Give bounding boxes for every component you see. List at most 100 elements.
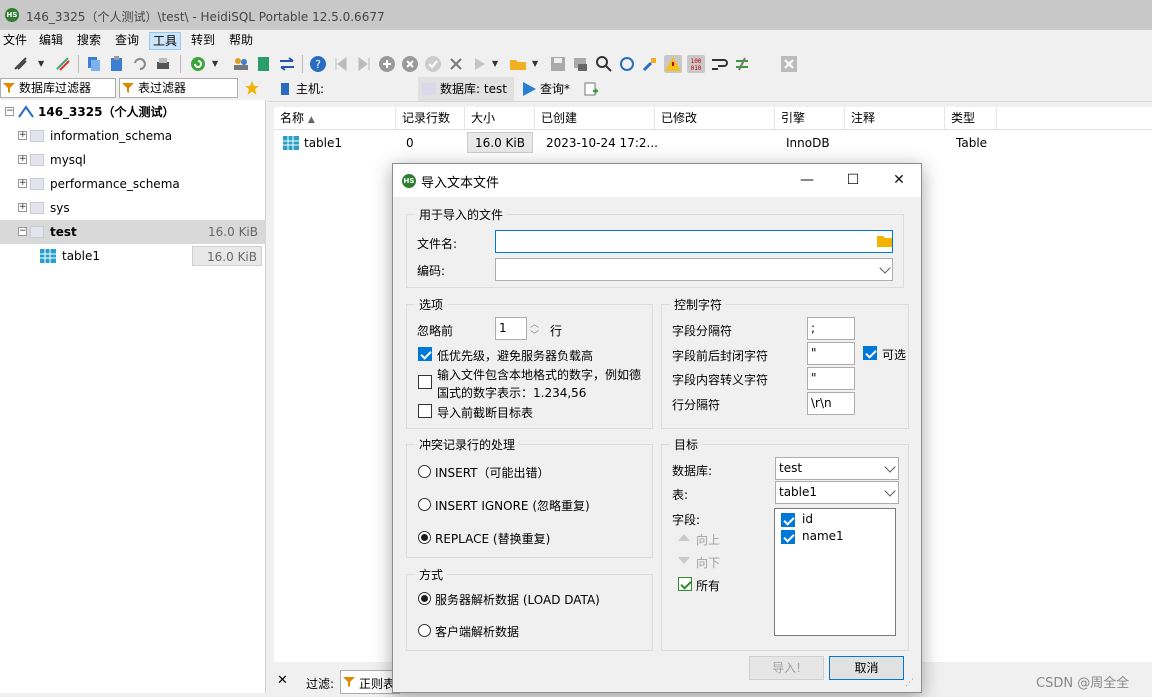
resize-grip-icon[interactable]: ⋰: [905, 678, 914, 688]
col-rows[interactable]: 记录行数: [396, 107, 465, 130]
menu-tools[interactable]: 工具: [149, 32, 182, 50]
target-database-select[interactable]: test: [775, 457, 899, 480]
collapse-icon[interactable]: −: [5, 107, 14, 116]
ignore-lines-input[interactable]: 1: [495, 317, 527, 340]
menu-search[interactable]: 搜索: [74, 32, 104, 50]
expand-icon[interactable]: +: [18, 131, 27, 140]
database-filter[interactable]: 数据库过滤器: [0, 78, 116, 98]
chevron-down-icon[interactable]: ▼: [532, 59, 538, 68]
post-icon[interactable]: [424, 55, 442, 73]
filename-input[interactable]: [495, 230, 893, 253]
warning-icon[interactable]: [664, 55, 682, 73]
chevron-down-icon[interactable]: ▼: [38, 59, 44, 68]
find-icon[interactable]: [595, 55, 613, 73]
close-tab-icon[interactable]: [780, 55, 798, 73]
server-parse-radio[interactable]: [418, 592, 431, 605]
snippet-icon[interactable]: [572, 55, 590, 73]
table-row[interactable]: table1 0 16.0 KiB 2023-10-24 17:2... Inn…: [274, 131, 1152, 155]
binary-icon[interactable]: 100010: [687, 55, 705, 73]
cancel-edit-icon[interactable]: [447, 55, 465, 73]
maximize-button[interactable]: ☐: [841, 168, 865, 192]
delete-row-icon[interactable]: [401, 55, 419, 73]
menu-file[interactable]: 文件: [0, 32, 30, 50]
menu-query[interactable]: 查询: [112, 32, 142, 50]
select-all-checkbox[interactable]: [678, 577, 692, 591]
menu-edit[interactable]: 编辑: [36, 32, 66, 50]
insert-ignore-radio[interactable]: [418, 498, 431, 511]
first-icon[interactable]: [332, 55, 350, 73]
move-up-button[interactable]: 向上: [696, 531, 720, 548]
disconnect-icon[interactable]: [54, 55, 72, 73]
target-table-select[interactable]: table1: [775, 481, 899, 504]
move-down-button[interactable]: 向下: [696, 554, 720, 571]
wrap-icon[interactable]: [710, 55, 728, 73]
col-modified[interactable]: 已修改: [655, 107, 775, 130]
fields-list[interactable]: id name1: [774, 508, 896, 636]
tab-host[interactable]: 主机: 192.168.0.146: [274, 77, 414, 120]
help-icon[interactable]: ?: [309, 55, 327, 73]
save-icon[interactable]: [549, 55, 567, 73]
line-separator-input[interactable]: \r\n: [807, 392, 855, 415]
add-row-icon[interactable]: [378, 55, 396, 73]
chevron-down-icon[interactable]: ▼: [492, 59, 498, 68]
col-created[interactable]: 已创建: [535, 107, 655, 130]
last-icon[interactable]: [355, 55, 373, 73]
low-priority-checkbox[interactable]: [418, 347, 432, 361]
run-icon[interactable]: [470, 55, 488, 73]
replace-radio[interactable]: [418, 531, 431, 544]
col-comment[interactable]: 注释: [845, 107, 945, 130]
tree-item-table1[interactable]: table1 16.0 KiB: [0, 244, 266, 268]
enclose-input[interactable]: ": [807, 342, 855, 365]
client-parse-radio[interactable]: [418, 624, 431, 637]
insert-radio[interactable]: [418, 465, 431, 478]
sync-icon[interactable]: [278, 55, 296, 73]
expand-icon[interactable]: +: [18, 179, 27, 188]
expand-icon[interactable]: +: [18, 155, 27, 164]
col-name[interactable]: 名称 ▲: [274, 107, 396, 130]
copy-icon[interactable]: [85, 55, 103, 73]
tree-root[interactable]: − 146_3325（个人测试）: [0, 100, 266, 124]
cancel-button[interactable]: 取消: [829, 656, 904, 680]
tree-item-information-schema[interactable]: + information_schema: [0, 124, 266, 148]
folder-icon[interactable]: [877, 234, 892, 247]
format-icon[interactable]: [641, 55, 659, 73]
regex-filter-input[interactable]: 正则表: [340, 670, 400, 694]
col-engine[interactable]: 引擎: [775, 107, 845, 130]
tab-database[interactable]: 数据库: test: [418, 77, 514, 101]
export-icon[interactable]: [255, 55, 273, 73]
menu-goto[interactable]: 转到: [188, 32, 218, 50]
field-name1-checkbox[interactable]: [781, 530, 795, 544]
col-type[interactable]: 类型: [945, 107, 997, 130]
spin-down-icon[interactable]: ﹀: [530, 328, 539, 341]
print-icon[interactable]: [154, 55, 172, 73]
optional-checkbox[interactable]: [863, 346, 877, 360]
chevron-down-icon[interactable]: ▼: [212, 59, 218, 68]
undo-icon[interactable]: [131, 55, 149, 73]
collapse-icon[interactable]: −: [18, 227, 27, 236]
tree-item-mysql[interactable]: + mysql: [0, 148, 266, 172]
connect-icon[interactable]: [12, 55, 30, 73]
tree-item-sys[interactable]: + sys: [0, 196, 266, 220]
tree-item-performance-schema[interactable]: + performance_schema: [0, 172, 266, 196]
new-query-tab-icon[interactable]: [584, 82, 598, 96]
import-button[interactable]: 导入!: [749, 656, 824, 680]
menu-help[interactable]: 帮助: [226, 32, 256, 50]
paste-icon[interactable]: [108, 55, 126, 73]
ignore-lines-spinner[interactable]: ︿ ﹀: [529, 317, 541, 341]
expand-icon[interactable]: +: [18, 203, 27, 212]
users-icon[interactable]: [232, 55, 250, 73]
col-size[interactable]: 大小: [465, 107, 535, 130]
refresh-icon[interactable]: [189, 55, 207, 73]
close-filter-icon[interactable]: ✕: [277, 673, 288, 688]
local-numbers-checkbox[interactable]: [418, 375, 432, 389]
minimize-button[interactable]: —: [795, 168, 819, 192]
tab-query[interactable]: 查询*: [518, 77, 578, 101]
close-button[interactable]: ✕: [887, 168, 911, 192]
field-separator-input[interactable]: ;: [807, 317, 855, 340]
folder-icon[interactable]: [509, 55, 527, 73]
replace-icon[interactable]: [618, 55, 636, 73]
tree-item-test[interactable]: − test 16.0 KiB: [0, 220, 266, 244]
compare-icon[interactable]: [733, 55, 751, 73]
table-filter[interactable]: 表过滤器: [119, 78, 238, 98]
field-id-checkbox[interactable]: [781, 513, 795, 527]
